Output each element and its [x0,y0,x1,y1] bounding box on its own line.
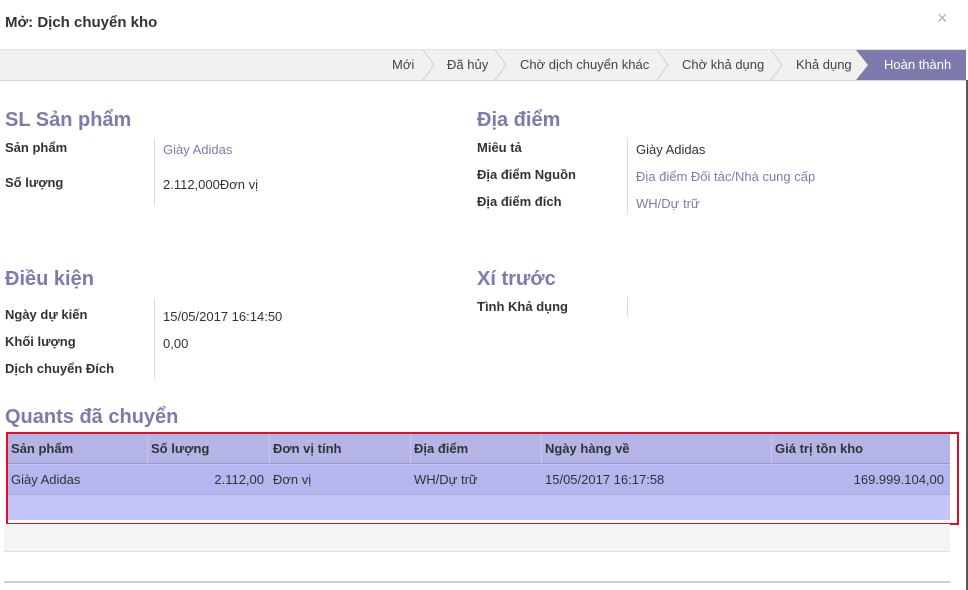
cell-incoming-date: 15/05/2017 16:17:58 [545,472,665,487]
column-header-uom[interactable]: Đơn vị tính [270,434,411,464]
reserve-section-title: Xí trước [477,268,556,290]
field-divider [627,297,628,317]
chevron-separator-icon [656,50,669,80]
chevron-separator-icon [494,50,507,80]
column-header-incoming-date[interactable]: Ngày hàng về [542,434,772,464]
table-header: Sản phẩm Số lượng Đơn vị tính Địa điểm N… [8,434,950,464]
stage-done[interactable]: Hoàn thành [870,50,966,80]
source-location-link[interactable]: Địa điểm Đối tác/Nhà cung cấp [636,169,815,184]
destination-location-label: Địa điểm đích [477,194,562,209]
footer-divider [4,581,950,583]
chevron-separator-icon [422,50,435,80]
availability-label: Tình Khả dụng [477,299,568,314]
table-footer-area [4,524,950,552]
scheduled-date-label: Ngày dự kiến [5,307,88,322]
description-label: Miêu tả [477,140,522,155]
product-label: Sản phẩm [5,140,68,155]
column-header-product[interactable]: Sản phẩm [8,434,148,464]
stage-waiting-another[interactable]: Chờ dịch chuyển khác [520,50,649,80]
destination-location-link[interactable]: WH/Dự trữ [636,196,700,211]
cell-product: Giày Adidas [11,472,81,487]
dialog-title: Mở: Dịch chuyển kho [5,14,158,31]
source-location-label: Địa điểm Nguồn [477,167,576,182]
weight-label: Khối lượng [5,334,76,349]
product-section-title: SL Sản phẩm [5,109,132,131]
field-divider [154,298,155,378]
close-icon[interactable]: × [937,9,948,27]
scheduled-date-value: 15/05/2017 16:14:50 [163,309,283,324]
stage-available[interactable]: Khả dụng [796,50,852,80]
destination-move-label: Dịch chuyển Đích [5,361,115,376]
field-divider [627,138,628,214]
weight-value: 0,00 [163,336,189,351]
status-bar: Mới Đã hủy Chờ dịch chuyển khác Chờ khả … [0,49,966,81]
cell-uom: Đơn vị [273,472,312,487]
cell-location: WH/Dự trữ [414,472,478,487]
quants-section-title: Quants đã chuyển [5,406,179,428]
location-section-title: Địa điểm [477,109,561,131]
quantity-label: Số lượng [5,175,64,190]
column-header-location[interactable]: Địa điểm [411,434,542,464]
stage-new[interactable]: Mới [392,50,414,80]
chevron-separator-icon [770,50,783,80]
chevron-active-icon [856,50,870,80]
field-divider [154,138,155,206]
cell-quantity: 2.112,00 [214,472,264,487]
description-value: Giày Adidas [636,142,706,157]
stage-cancelled[interactable]: Đã hủy [447,50,488,80]
quantity-value: 2.112,000Đơn vị [163,177,259,192]
stage-waiting-availability[interactable]: Chờ khả dụng [682,50,764,80]
quants-table: Sản phẩm Số lượng Đơn vị tính Địa điểm N… [8,434,950,520]
table-row[interactable]: Giày Adidas 2.112,00 Đơn vị WH/Dự trữ 15… [8,465,950,495]
column-header-quantity[interactable]: Số lượng [148,434,270,464]
product-link[interactable]: Giày Adidas [163,142,232,157]
column-header-inventory-value[interactable]: Giá trị tồn kho [772,434,950,464]
cell-inventory-value: 169.999.104,00 [853,472,944,487]
conditions-section-title: Điều kiện [5,268,94,290]
